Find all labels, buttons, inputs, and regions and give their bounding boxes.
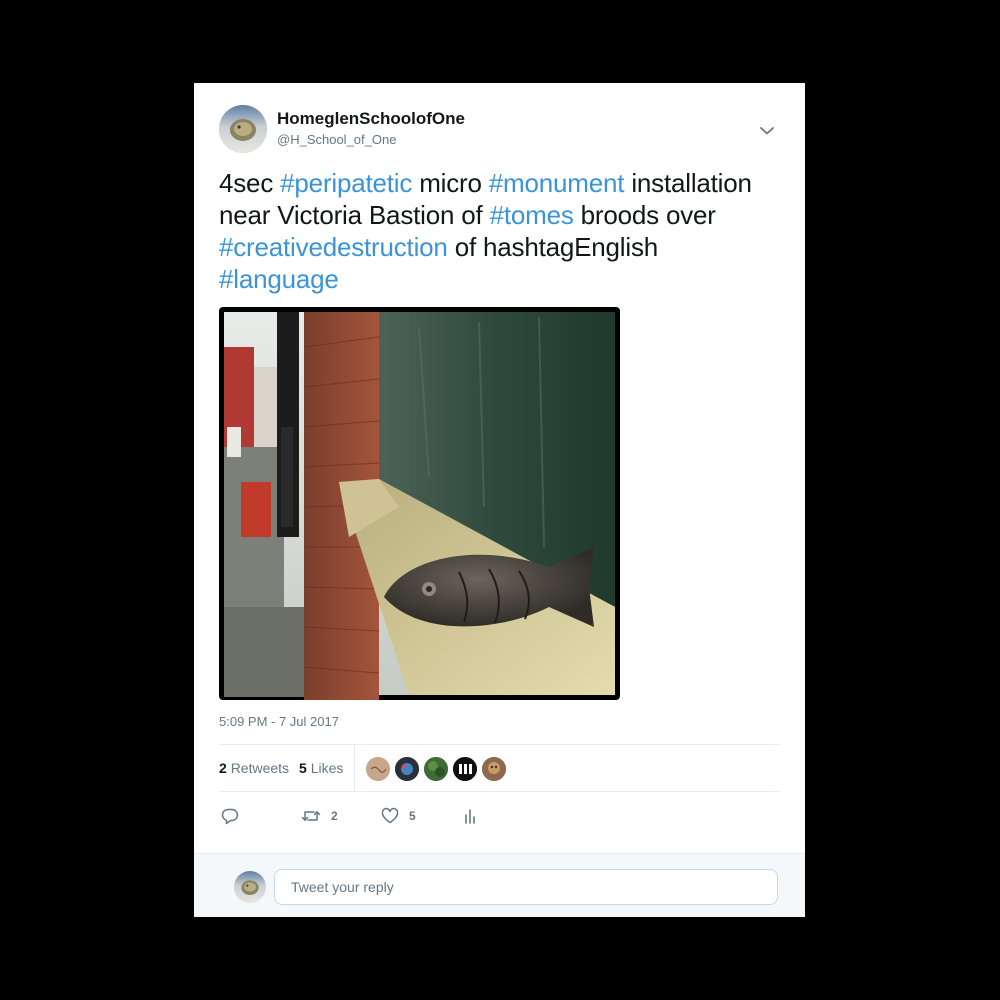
- like-count: 5: [409, 809, 416, 823]
- retweet-button[interactable]: 2: [301, 805, 338, 827]
- heart-icon: [381, 807, 399, 825]
- retweet-icon: [301, 807, 321, 825]
- analytics-icon: [463, 807, 477, 825]
- tweet-card: HomeglenSchoolofOne @H_School_of_One 4se…: [194, 83, 805, 917]
- hashtag-link[interactable]: #creativedestruction: [219, 232, 448, 262]
- tweet-text-segment: micro: [412, 168, 489, 198]
- liker-avatar[interactable]: [452, 756, 478, 782]
- current-user-avatar: [234, 871, 266, 903]
- tweet-text-segment: 4sec: [219, 168, 281, 198]
- liker-avatar[interactable]: [481, 756, 507, 782]
- tweet-stats: 2 Retweets 5 Likes: [219, 745, 779, 791]
- tweet-text-segment: of hashtagEnglish: [447, 232, 659, 262]
- tweet-text-segment: broods over: [573, 200, 716, 230]
- likes-count: 5: [299, 760, 307, 776]
- tweet-photo[interactable]: [219, 307, 620, 700]
- reply-button[interactable]: [221, 805, 239, 827]
- liker-avatar[interactable]: [423, 756, 449, 782]
- tweet-header: HomeglenSchoolofOne @H_School_of_One: [219, 105, 779, 155]
- analytics-button[interactable]: [463, 805, 477, 827]
- reply-bar: [194, 853, 805, 917]
- likes-stat[interactable]: 5 Likes: [299, 760, 343, 776]
- hashtag-link[interactable]: #language: [219, 264, 339, 294]
- hashtag-link[interactable]: #peripatetic: [280, 168, 412, 198]
- stats-separator: [354, 745, 355, 791]
- reply-input[interactable]: [274, 869, 778, 905]
- user-avatar[interactable]: [219, 105, 267, 153]
- retweets-stat[interactable]: 2 Retweets: [219, 760, 289, 776]
- tweet-text: 4sec #peripatetic micro #monument instal…: [219, 167, 779, 295]
- user-name[interactable]: HomeglenSchoolofOne: [277, 109, 465, 129]
- hashtag-link[interactable]: #tomes: [490, 200, 574, 230]
- divider: [219, 791, 779, 792]
- retweets-label: Retweets: [230, 760, 290, 776]
- hashtag-link[interactable]: #monument: [489, 168, 625, 198]
- retweet-count: 2: [331, 809, 338, 823]
- user-handle[interactable]: @H_School_of_One: [277, 132, 396, 147]
- likes-label: Likes: [310, 760, 344, 776]
- tweet-timestamp[interactable]: 5:09 PM - 7 Jul 2017: [219, 714, 339, 729]
- liker-avatar[interactable]: [394, 756, 420, 782]
- like-button[interactable]: 5: [381, 805, 416, 827]
- tweet-actions: 2 5: [219, 801, 779, 831]
- reply-icon: [221, 807, 239, 825]
- liker-avatar[interactable]: [365, 756, 391, 782]
- retweets-count: 2: [219, 760, 227, 776]
- chevron-down-icon[interactable]: [755, 119, 779, 143]
